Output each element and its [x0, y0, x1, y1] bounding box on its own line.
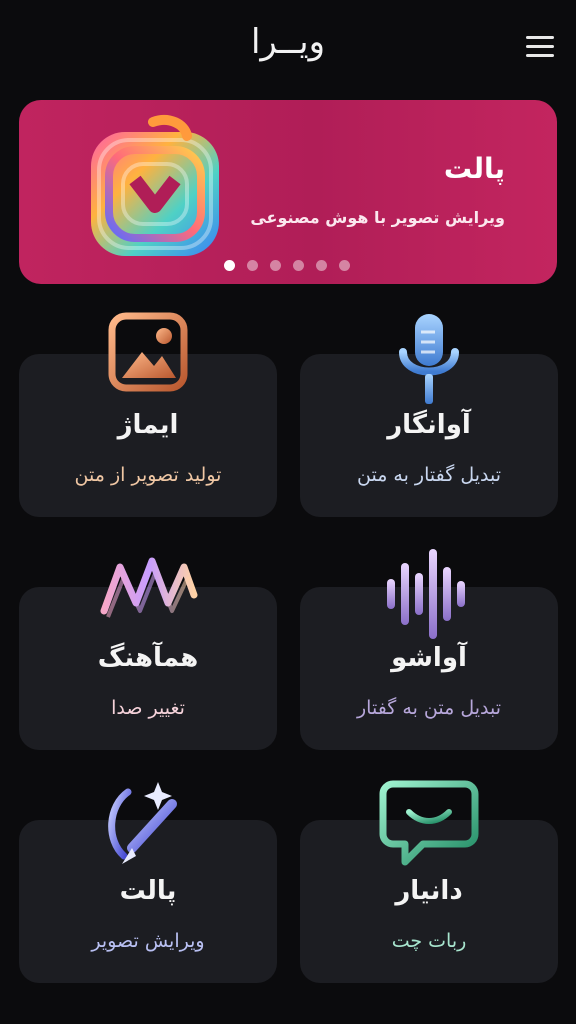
- chat-bubble-icon: [379, 780, 479, 866]
- service-card-avangar[interactable]: آوانگار تبدیل گفتار به متن: [300, 314, 558, 517]
- carousel-dots: [224, 260, 350, 271]
- card-title: آواشو: [391, 643, 467, 673]
- app-logo: ویــرا: [250, 22, 325, 62]
- card-subtitle: تبدیل متن به گفتار: [357, 697, 501, 719]
- carousel-dot[interactable]: [270, 260, 281, 271]
- service-card-hamahang[interactable]: همآهنگ تغییر صدا: [19, 557, 277, 750]
- card-subtitle: ربات چت: [391, 930, 467, 952]
- sound-wave-icon: [387, 549, 465, 639]
- card-subtitle: تبدیل گفتار به متن: [357, 464, 501, 486]
- service-card-avasho[interactable]: آواشو تبدیل متن به گفتار: [300, 549, 558, 750]
- card-title: پالت: [119, 876, 177, 906]
- carousel-dot[interactable]: [247, 260, 258, 271]
- carousel-dot[interactable]: [224, 260, 235, 271]
- card-title: دانیار: [395, 876, 463, 906]
- image-frame-icon: [108, 312, 188, 392]
- carousel-dot[interactable]: [316, 260, 327, 271]
- palette-3d-art-icon: [91, 114, 219, 256]
- banner-subtitle: ویرایش تصویر با هوش مصنوعی: [250, 208, 505, 227]
- service-card-daniyar[interactable]: دانیار ربات چت: [300, 780, 558, 983]
- promo-banner[interactable]: پالت ویرایش تصویر با هوش مصنوعی: [19, 100, 557, 284]
- card-subtitle: ویرایش تصویر: [91, 930, 205, 952]
- carousel-dot[interactable]: [339, 260, 350, 271]
- card-title: آوانگار: [387, 410, 471, 440]
- hamburger-menu-icon[interactable]: [526, 36, 554, 58]
- card-title: ایماژ: [117, 410, 179, 440]
- service-card-imaj[interactable]: ایماژ تولید تصویر از متن: [19, 312, 277, 517]
- card-subtitle: تغییر صدا: [111, 697, 185, 719]
- card-title: همآهنگ: [97, 643, 199, 673]
- voice-wave-icon: [100, 557, 198, 618]
- app-header: ویــرا: [0, 0, 576, 96]
- card-subtitle: تولید تصویر از متن: [74, 464, 222, 486]
- banner-title: پالت: [443, 152, 505, 185]
- service-card-palet[interactable]: پالت ویرایش تصویر: [19, 782, 277, 983]
- magic-brush-icon: [108, 782, 177, 864]
- microphone-icon: [399, 314, 459, 404]
- carousel-dot[interactable]: [293, 260, 304, 271]
